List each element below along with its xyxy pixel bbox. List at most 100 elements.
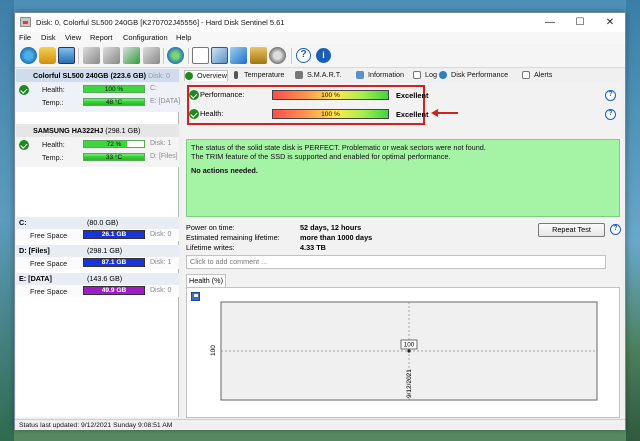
maximize-button[interactable]: ☐ <box>565 13 595 32</box>
disk-1-partition-d: D: [Files] <box>150 153 178 160</box>
disk-0-details: Health: 100 % C: Temp.: 48 °C E: [DATA] <box>16 82 180 112</box>
health-bar: 72 % <box>83 140 145 148</box>
health-help-icon[interactable]: ? <box>605 109 616 120</box>
disk-number: Disk: 0 <box>148 71 171 80</box>
tab-bar: Overview Temperature S.M.A.R.T. Informat… <box>182 69 622 82</box>
volume-letter: D: [Files] <box>19 246 50 255</box>
health-ok-icon <box>19 140 29 150</box>
volume-c-free-row: Free Space 26.1 GB Disk: 0 <box>16 229 179 241</box>
close-button[interactable]: ✕ <box>595 13 625 32</box>
copy-icon[interactable] <box>211 47 228 64</box>
menu-view[interactable]: View <box>65 33 81 42</box>
performance-ok-icon <box>189 90 199 100</box>
title-bar: Disk: 0, Colorful SL500 240GB [K270702J4… <box>15 13 625 32</box>
toolbar-separator <box>188 48 189 64</box>
menu-help[interactable]: Help <box>176 33 191 42</box>
disk-smart-icon[interactable] <box>123 47 140 64</box>
overview-content: Performance: 100 % Excellent Health: 100… <box>182 83 622 418</box>
menu-bar: File Disk View Report Configuration Help <box>15 32 625 44</box>
disk-item-0[interactable]: Colorful SL500 240GB (223.6 GB) Disk: 0 <box>16 69 179 82</box>
tab-health-chart[interactable]: Health (%) <box>186 274 226 287</box>
tab-log[interactable]: Log <box>413 70 437 81</box>
status-line: The TRIM feature of the SSD is supported… <box>191 152 451 161</box>
disk-0-partition-c: C: <box>150 85 157 92</box>
app-window: Disk: 0, Colorful SL500 240GB [K270702J4… <box>14 12 626 430</box>
tab-overview[interactable]: Overview <box>184 70 228 81</box>
menu-configuration[interactable]: Configuration <box>123 33 168 42</box>
desktop-background-left <box>0 0 14 441</box>
check-icon <box>185 72 193 80</box>
chart-point-label: 100 <box>404 342 415 349</box>
comment-input[interactable]: Click to add comment ... <box>186 255 606 269</box>
health-label: Health: <box>42 140 65 149</box>
health-label: Health: <box>200 109 224 118</box>
free-space-label: Free Space <box>30 231 68 240</box>
free-space-bar: 87.1 GB <box>83 258 145 267</box>
health-ok-icon <box>19 85 29 95</box>
thermometer-icon <box>234 71 238 79</box>
tab-label: Temperature <box>244 70 285 79</box>
volume-e[interactable]: E: [DATA] (143.6 GB) <box>16 273 179 285</box>
repeat-test-button[interactable]: Repeat Test <box>538 223 605 237</box>
info-icon[interactable]: i <box>316 48 331 63</box>
performance-help-icon[interactable]: ? <box>605 90 616 101</box>
disk-test-icon[interactable] <box>103 47 120 64</box>
volume-d[interactable]: D: [Files] (298.1 GB) <box>16 245 179 257</box>
lock-icon[interactable] <box>250 47 267 64</box>
send-icon[interactable] <box>230 47 247 64</box>
tab-alerts[interactable]: Alerts <box>522 70 552 81</box>
status-message-box: The status of the solid state disk is PE… <box>186 139 620 217</box>
performance-bar: 100 % <box>272 90 389 100</box>
repeat-test-help-icon[interactable]: ? <box>610 224 621 235</box>
tab-information[interactable]: Information <box>356 70 404 81</box>
volume-disk: Disk: 0 <box>150 231 172 238</box>
help-icon[interactable]: ? <box>296 48 311 63</box>
menu-file[interactable]: File <box>19 33 31 42</box>
volume-c[interactable]: C: (80.0 GB) <box>16 217 179 229</box>
status-bar: Status last updated: 9/12/2021 Sunday 9:… <box>15 419 625 430</box>
free-space-bar: 26.1 GB <box>83 230 145 239</box>
disk-item-1[interactable]: SAMSUNG HA322HJ (298.1 GB) <box>16 124 179 137</box>
menu-report[interactable]: Report <box>90 33 113 42</box>
info-icon <box>356 71 364 79</box>
settings-icon[interactable] <box>269 47 286 64</box>
volume-disk: Disk: 0 <box>150 287 172 294</box>
tab-disk-performance[interactable]: Disk Performance <box>439 70 508 81</box>
desktop-background-right <box>626 0 640 441</box>
chart-xtick-label: 9/12/2021 <box>406 369 413 398</box>
app-disk-icon <box>20 17 31 27</box>
annotation-arrow-line <box>436 112 458 114</box>
display-icon[interactable] <box>58 47 75 64</box>
tab-smart[interactable]: S.M.A.R.T. <box>295 70 341 81</box>
health-rating: Excellent <box>396 109 429 119</box>
document-icon[interactable] <box>192 47 209 64</box>
performance-icon <box>439 71 447 79</box>
volume-letter: C: <box>19 218 27 227</box>
status-action: No actions needed. <box>191 166 258 175</box>
disk-info-icon[interactable] <box>143 47 160 64</box>
health-label: Health: <box>42 85 65 94</box>
tab-temperature[interactable]: Temperature <box>232 70 284 81</box>
disk-size: (298.1 GB) <box>105 126 141 135</box>
home-icon[interactable] <box>39 47 56 64</box>
lifetime-writes-label: Lifetime writes: <box>186 243 235 252</box>
power-on-label: Power on time: <box>186 223 235 232</box>
chart-ytick-label: 100 <box>210 345 217 356</box>
tab-label: Overview <box>197 71 227 80</box>
volume-size: (80.0 GB) <box>87 218 119 227</box>
globe-icon[interactable] <box>167 47 184 64</box>
volume-d-free-row: Free Space 87.1 GB Disk: 1 <box>16 257 179 269</box>
refresh-icon[interactable] <box>20 47 37 64</box>
remaining-lifetime-label: Estimated remaining lifetime: <box>186 233 280 242</box>
disk-name: Colorful SL500 240GB <box>33 71 109 80</box>
toolbar-separator <box>163 48 164 64</box>
remaining-lifetime-value: more than 1000 days <box>300 233 373 242</box>
tab-label: S.M.A.R.T. <box>307 70 342 79</box>
temp-label: Temp.: <box>42 153 64 162</box>
minimize-button[interactable]: — <box>535 13 565 32</box>
disk-check-icon[interactable] <box>83 47 100 64</box>
toolbar-separator <box>291 48 292 64</box>
menu-disk[interactable]: Disk <box>41 33 56 42</box>
health-chart: 100 9/12/2021 100 <box>210 301 598 401</box>
health-row: Health: 100 % Excellent <box>186 107 429 121</box>
